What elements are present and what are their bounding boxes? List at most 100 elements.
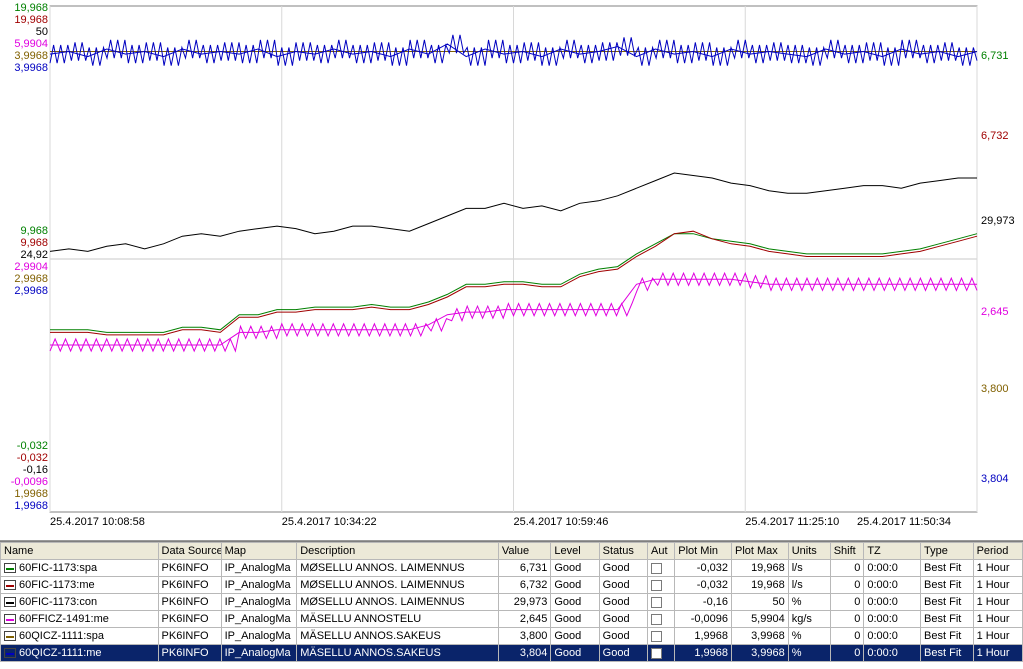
col-header-plot-min[interactable]: Plot Min <box>675 543 732 560</box>
col-header-name[interactable]: Name <box>1 543 159 560</box>
plot-max: 19,968 <box>751 579 785 591</box>
tz: 0:00:0 <box>867 647 898 659</box>
col-header-status[interactable]: Status <box>599 543 647 560</box>
y-axis-label: 19,968 <box>14 14 48 26</box>
level: Good <box>554 562 581 574</box>
col-header-type[interactable]: Type <box>921 543 974 560</box>
plot-max: 3,9968 <box>751 647 785 659</box>
map: IP_AnalogMa <box>225 562 291 574</box>
series-value-label: 2,645 <box>981 306 1009 318</box>
col-header-data-source[interactable]: Data Source <box>158 543 221 560</box>
x-axis-label: 25.4.2017 10:34:22 <box>282 516 377 528</box>
shift: 0 <box>854 630 860 642</box>
table-row[interactable]: 60QICZ-1111:mePK6INFOIP_AnalogMaMÄSELLU … <box>1 645 1023 662</box>
plot-min: 1,9968 <box>694 647 728 659</box>
period: 1 Hour <box>977 596 1010 608</box>
tag-name: 60FFICZ-1491:me <box>19 613 109 625</box>
shift: 0 <box>854 579 860 591</box>
y-axis-label: -0,032 <box>17 440 48 452</box>
value: 6,732 <box>520 579 548 591</box>
col-header-aut[interactable]: Aut <box>647 543 674 560</box>
data-source: PK6INFO <box>162 562 209 574</box>
y-axis-label: 3,9968 <box>14 62 48 74</box>
trend-chart[interactable]: 19,96819,968505,99043,99683,99689,9689,9… <box>0 0 1023 541</box>
table-row[interactable]: 60FIC-1173:mePK6INFOIP_AnalogMaMØSELLU A… <box>1 577 1023 594</box>
series-value-label: 6,731 <box>981 50 1009 62</box>
data-source: PK6INFO <box>162 613 209 625</box>
auto-checkbox[interactable] <box>651 614 662 625</box>
description: MØSELLU ANNOS. LAIMENNUS <box>300 579 464 591</box>
auto-checkbox[interactable] <box>651 580 662 591</box>
plot-max: 5,9904 <box>751 613 785 625</box>
units: % <box>792 630 802 642</box>
plot-min: 1,9968 <box>694 630 728 642</box>
table-row[interactable]: 60FIC-1173:spaPK6INFOIP_AnalogMaMØSELLU … <box>1 560 1023 577</box>
auto-checkbox[interactable] <box>651 648 662 659</box>
auto-checkbox[interactable] <box>651 631 662 642</box>
type: Best Fit <box>924 647 961 659</box>
type: Best Fit <box>924 630 961 642</box>
value: 29,973 <box>514 596 548 608</box>
map: IP_AnalogMa <box>225 613 291 625</box>
series-color-icon <box>4 648 16 658</box>
status: Good <box>603 579 630 591</box>
units: l/s <box>792 562 803 574</box>
status: Good <box>603 562 630 574</box>
level: Good <box>554 630 581 642</box>
tz: 0:00:0 <box>867 613 898 625</box>
y-axis-label: 2,9968 <box>14 285 48 297</box>
col-header-plot-max[interactable]: Plot Max <box>732 543 789 560</box>
col-header-shift[interactable]: Shift <box>830 543 864 560</box>
data-source: PK6INFO <box>162 596 209 608</box>
tag-table[interactable]: NameData SourceMapDescriptionValueLevelS… <box>0 541 1023 669</box>
table-row[interactable]: 60QICZ-1111:spaPK6INFOIP_AnalogMaMÄSELLU… <box>1 628 1023 645</box>
col-header-tz[interactable]: TZ <box>864 543 921 560</box>
y-axis-label: 1,9968 <box>14 500 48 512</box>
y-axis-label: 24,92 <box>20 249 48 261</box>
description: MÄSELLU ANNOSTELU <box>300 613 421 625</box>
level: Good <box>554 579 581 591</box>
status: Good <box>603 630 630 642</box>
type: Best Fit <box>924 562 961 574</box>
tag-name: 60QICZ-1111:spa <box>19 630 104 642</box>
col-header-value[interactable]: Value <box>498 543 551 560</box>
col-header-map[interactable]: Map <box>221 543 297 560</box>
col-header-description[interactable]: Description <box>297 543 499 560</box>
table-row[interactable]: 60FFICZ-1491:me PK6INFO IP_AnalogMa MÄSELLU… <box>1 611 1023 628</box>
status: Good <box>603 647 630 659</box>
period: 1 Hour <box>977 647 1010 659</box>
period: 1 Hour <box>977 579 1010 591</box>
series-color-icon <box>4 631 16 641</box>
data-source: PK6INFO <box>162 579 209 591</box>
description: MØSELLU ANNOS. LAIMENNUS <box>300 562 464 574</box>
y-axis-label: 9,968 <box>20 225 48 237</box>
y-axis-label: -0,16 <box>23 464 48 476</box>
plot-max: 19,968 <box>751 562 785 574</box>
shift: 0 <box>854 613 860 625</box>
auto-checkbox[interactable] <box>651 597 662 608</box>
table-row[interactable]: 60FIC-1173:conPK6INFOIP_AnalogMaMØSELLU … <box>1 594 1023 611</box>
col-header-period[interactable]: Period <box>973 543 1022 560</box>
series-color-icon <box>4 563 16 573</box>
col-header-level[interactable]: Level <box>551 543 599 560</box>
y-axis-label: 50 <box>36 26 48 38</box>
series-value-label: 29,973 <box>981 215 1015 227</box>
level: Good <box>554 647 581 659</box>
type: Best Fit <box>924 596 961 608</box>
plot-min: -0,0096 <box>691 613 728 625</box>
col-header-units[interactable]: Units <box>788 543 830 560</box>
tag-name: 60FIC-1173:me <box>19 579 95 591</box>
y-axis-label: 3,9968 <box>14 50 48 62</box>
units: % <box>792 647 802 659</box>
auto-checkbox[interactable] <box>651 563 662 574</box>
x-axis-label: 25.4.2017 10:08:58 <box>50 516 145 528</box>
series-color-icon <box>4 614 16 624</box>
period: 1 Hour <box>977 613 1010 625</box>
tz: 0:00:0 <box>867 562 898 574</box>
status: Good <box>603 613 630 625</box>
period: 1 Hour <box>977 562 1010 574</box>
x-axis-label: 25.4.2017 10:59:46 <box>514 516 609 528</box>
shift: 0 <box>854 596 860 608</box>
series-value-label: 6,732 <box>981 130 1009 142</box>
plot-min: -0,032 <box>697 579 728 591</box>
